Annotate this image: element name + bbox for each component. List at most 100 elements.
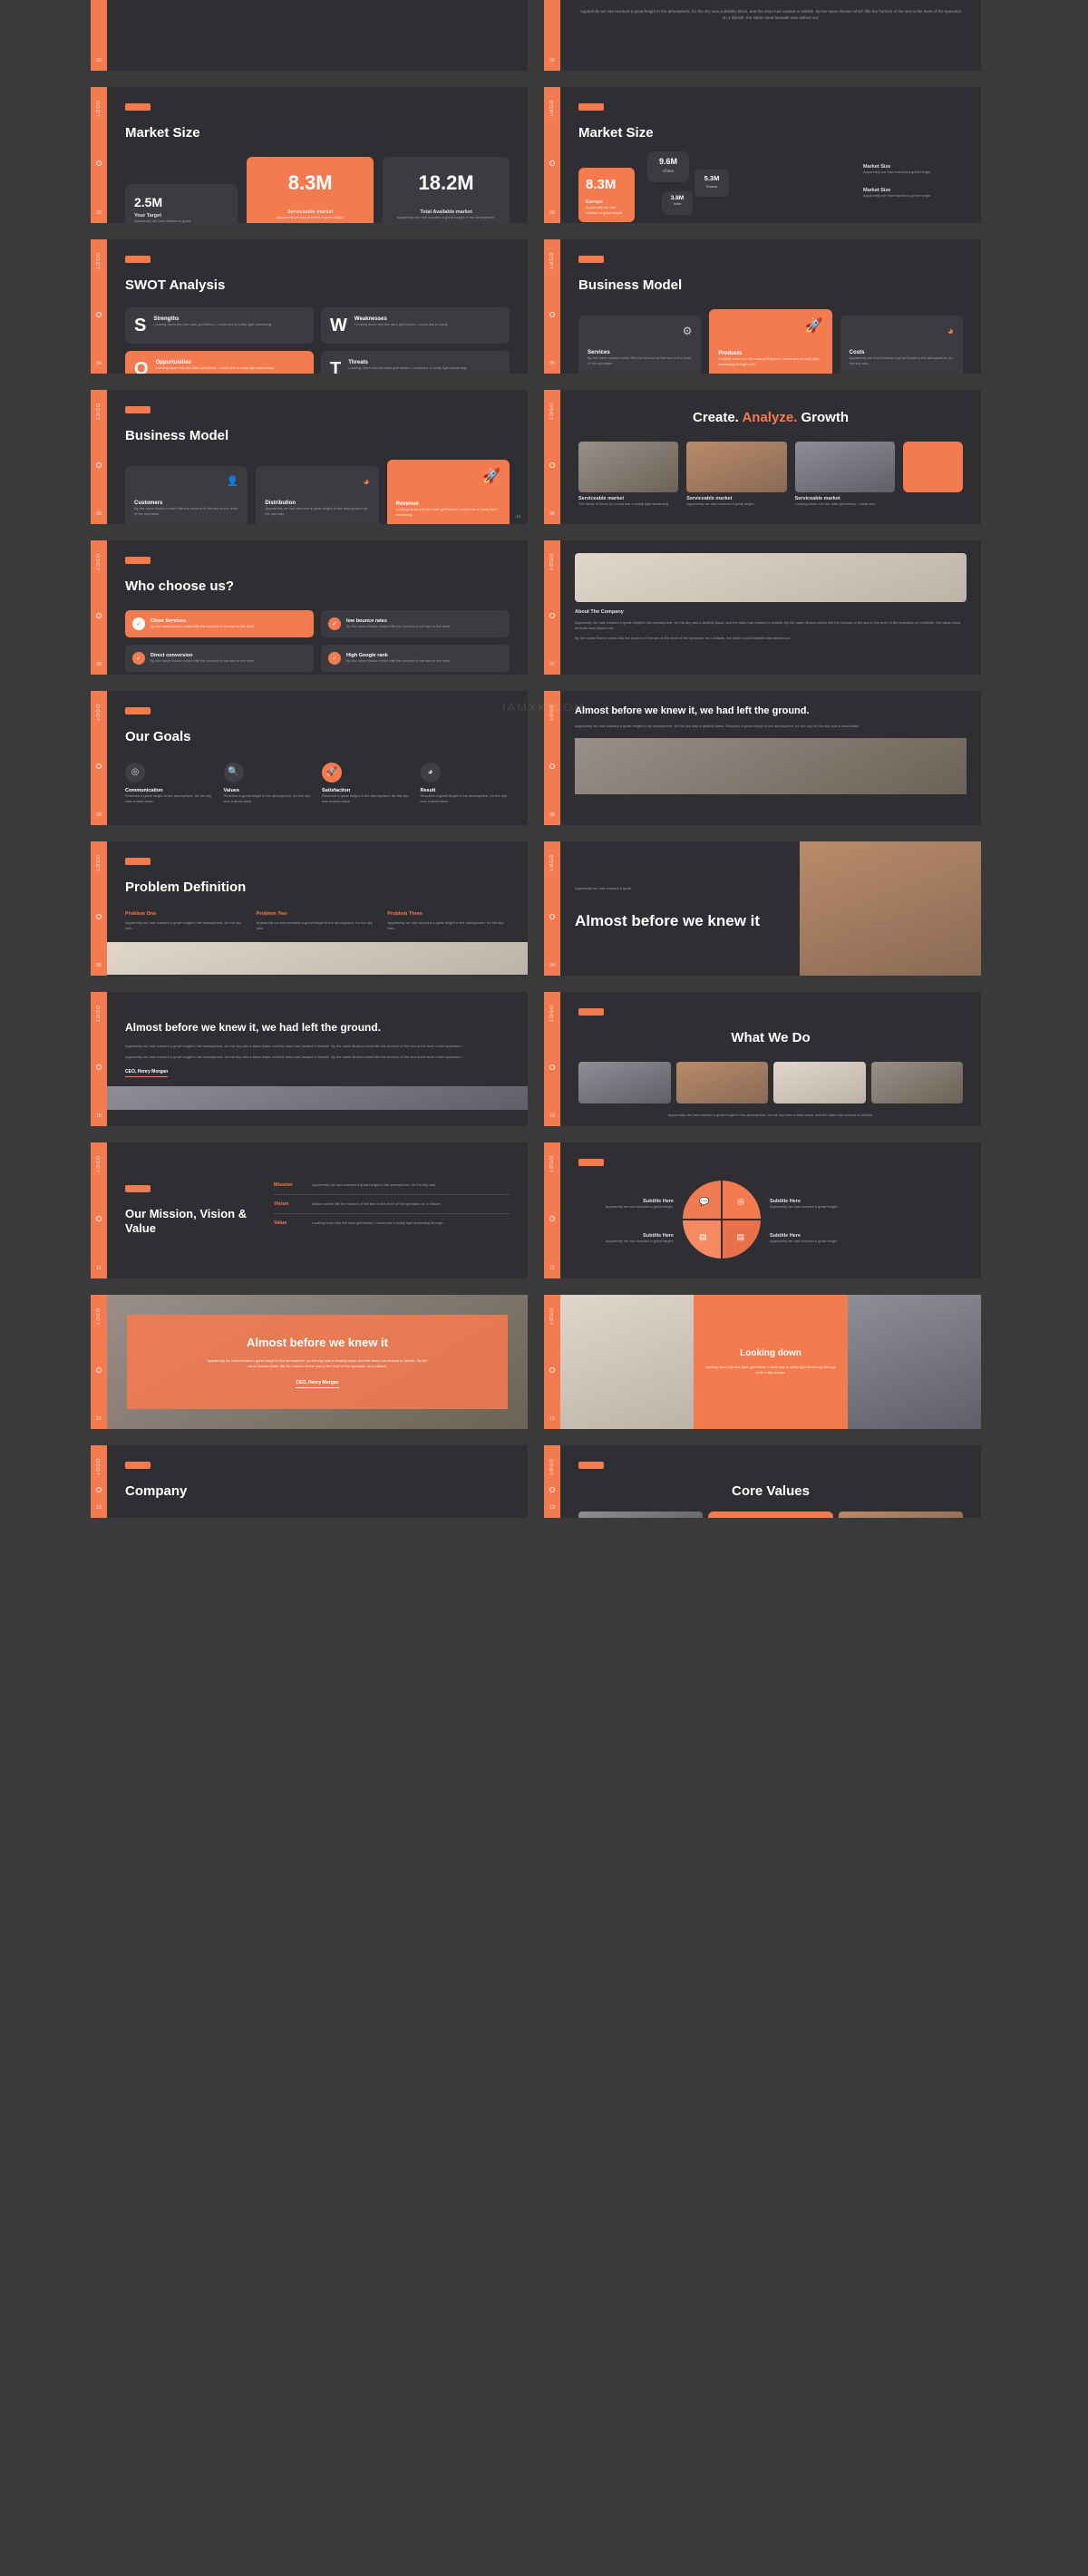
item-desc: The items of these is I could see a rudd… [578, 501, 670, 506]
stat-value: 18.2M [418, 170, 474, 194]
photo-hero [575, 553, 967, 602]
target-icon: ◎ [737, 1197, 744, 1206]
slide-headline-photo[interactable]: LOGO 08 Almost before we knew it, we had… [544, 691, 981, 825]
goal-item[interactable]: ◕ Result Reached a great height in the a… [420, 762, 510, 804]
swot-card-weaknesses[interactable]: W Weaknesses Looking down into the dark … [321, 306, 510, 344]
sidebar-dot-icon [549, 1487, 555, 1493]
slide-gantt[interactable]: LOGO 02 Design Requirements Design Proto… [91, 0, 528, 71]
slide-looking-down[interactable]: LOGO 12 Looking down Looking down into t… [544, 1295, 981, 1429]
page-title: Almost before we knew it, we had left th… [125, 1021, 382, 1034]
goal-desc: Reached a great height in the atmosphere… [125, 792, 212, 803]
slide-core-values[interactable]: LOGO 13 Core Values [544, 1445, 981, 1518]
slide-number: 02 [549, 58, 555, 63]
page-title: Business Model [125, 428, 229, 443]
slide-body: Market Size 8.3M Europe Apparently we ha… [560, 87, 981, 223]
item-desc: Apparently we had reached a great height… [686, 501, 755, 506]
slide-business-model-2[interactable]: LOGO 05 Business Model 👤 Customers By th… [91, 390, 528, 524]
slide-deck: LOGO 02 Design Requirements Design Proto… [0, 0, 1088, 1518]
swot-letter: O [134, 358, 149, 374]
photo-hero [575, 737, 967, 794]
slide-sidebar: LOGO 12 [91, 1295, 107, 1429]
slide-sidebar: LOGO 03 [91, 87, 107, 223]
slide-sidebar: LOGO 13 [91, 1445, 107, 1518]
slide-create-analyze[interactable]: LOGO 06 Create. Analyze. Growth Servicea… [544, 390, 981, 524]
slide-company[interactable]: LOGO 13 Company [91, 1445, 528, 1518]
quadrant-label-bl: Subtitle Here Apparently we had reached … [578, 1233, 674, 1244]
problem-desc: Apparently we had reached a great height… [387, 919, 504, 930]
goal-item[interactable]: 🔍 Values Reached a great height in the a… [223, 762, 314, 804]
swot-desc: Looking down into the dark gulf below, I… [155, 365, 275, 370]
card-desc: By the same illusion which lifts the hor… [588, 355, 692, 365]
slide-body: 80% Interests 100% Income 🚀 Gender 100% [560, 0, 981, 71]
slide-business-model-1[interactable]: LOGO 05 Business Model ⚙ Services By the… [544, 239, 981, 374]
bm-card-customers[interactable]: 👤 Customers By the same illusion which l… [125, 465, 248, 524]
slide-market-size-2[interactable]: LOGO 03 Market Size 8.3M Europe Apparent… [544, 87, 981, 223]
slide-quote-ceo[interactable]: LOGO 10 Almost before we knew it, we had… [91, 992, 528, 1126]
slide-number: 11 [96, 1265, 102, 1271]
quadrant-label-tl: Subtitle Here Apparently we had reached … [578, 1199, 674, 1210]
swot-letter: T [330, 358, 342, 374]
accent-tag [578, 1008, 604, 1016]
slide-sidebar: LOGO 08 [544, 691, 560, 825]
swot-card-opportunities[interactable]: O Opportunities Looking down into the da… [125, 350, 314, 374]
swot-card-strengths[interactable]: S Strengths Looking down into the dark g… [125, 306, 314, 344]
slide-number: 10 [96, 1113, 102, 1119]
slide-sidebar: LOGO 08 [91, 691, 107, 825]
quadrant-desc: Apparently we had reached a great height… [770, 1204, 839, 1209]
slide-sidebar: LOGO 13 [544, 1445, 560, 1518]
feature-card-direct-conversion[interactable]: ✓ Direct conversion By the same illusion… [125, 644, 314, 672]
goal-item[interactable]: ◎ Communication Reached a great height i… [125, 762, 215, 804]
bm-card-revenue[interactable]: 🚀 Revenue Looking down into the dark gul… [386, 459, 510, 524]
slide-what-we-do[interactable]: LOGO 10 What We Do Apparently we had rea… [544, 992, 981, 1126]
stat-desc: Apparently we had reached a great [134, 218, 191, 223]
swot-card-threats[interactable]: T Threats Looking down into the dark gul… [321, 350, 510, 374]
problem-desc: Apparently we had reached a great height… [125, 919, 242, 930]
feature-card-high-google-rank[interactable]: ✓ High Google rank By the same illusion … [321, 644, 510, 672]
item-desc: Looking down into the dark gulf below, I… [794, 501, 876, 506]
side-desc: Apparently we had reached a great height… [863, 192, 932, 198]
bm-card-services[interactable]: ⚙ Services By the same illusion which li… [578, 315, 702, 374]
sidebar-logo: LOGO [549, 854, 555, 871]
sidebar-logo: LOGO [549, 1307, 555, 1325]
slide-about-company[interactable]: LOGO 07 About The Company Apparently we … [544, 540, 981, 675]
slide-sidebar: LOGO 10 [91, 992, 107, 1126]
bm-card-costs[interactable]: ◕ Costs Apparently we had reached a grea… [840, 315, 963, 374]
card-desc: Looking down into the dark gulf below, I… [718, 355, 820, 366]
slide-sidebar: LOGO 02 [544, 0, 560, 71]
slide-who-choose-us[interactable]: LOGO 06 Who choose us? ✓ Close Services … [91, 540, 528, 675]
sidebar-logo: LOGO [96, 403, 102, 420]
slide-our-goals[interactable]: LOGO 08 Our Goals ◎ Communication Reache… [91, 691, 528, 825]
side-item: Market Size Apparently we had reached a … [863, 164, 963, 175]
feature-desc: By the same illusion which lifts the hor… [346, 623, 452, 628]
search-icon: 🔍 [223, 762, 244, 783]
goal-item[interactable]: 🚀 Satisfaction Reached a great height in… [322, 762, 412, 804]
bm-card-products[interactable]: 🚀 Products Looking down into the dark gu… [709, 308, 832, 374]
paragraph: Apparently we had reached a great height… [667, 1112, 874, 1117]
slide-overlay-quote[interactable]: LOGO 12 Almost before we knew it Apparen… [91, 1295, 528, 1429]
slide-problem-definition[interactable]: LOGO 09 Problem Definition Problem One A… [91, 841, 528, 976]
photo-thumbnail [870, 1061, 963, 1103]
sidebar-dot-icon [96, 160, 102, 167]
bubble-value: 3.8M [670, 194, 685, 201]
accent-block [708, 1511, 833, 1518]
slide-pie-quadrant[interactable]: LOGO 11 Subtitle Here Apparently we had … [544, 1142, 981, 1278]
slide-stats-rocket[interactable]: LOGO 02 80% Interests 100% Income 🚀 [544, 0, 981, 71]
slide-body: Our Mission, Vision & Value Mission Appa… [107, 1142, 528, 1278]
feature-card-low-bounce[interactable]: ✓ low bounce rates By the same illusion … [321, 609, 510, 637]
slide-swot[interactable]: LOGO 04 SWOT Analysis S Strengths Lookin… [91, 239, 528, 374]
feature-card-close-services[interactable]: ✓ Close Services By the same illusion wh… [125, 609, 314, 637]
bm-card-distribution[interactable]: ◕ Distribution Apparently we had reached… [256, 465, 379, 524]
quote-overlay: Almost before we knew it Apparently we h… [127, 1315, 508, 1409]
stat-card-featured: 8.3M Serviceable market Apparently we ha… [247, 156, 374, 223]
slide-number: 03 [96, 209, 102, 216]
slide-market-size-1[interactable]: LOGO 03 Market Size 2.5M Your Target App… [91, 87, 528, 223]
bubble-value: 9.6M [658, 156, 677, 166]
rocket-icon: 🚀 [804, 317, 823, 334]
sidebar-logo: LOGO [96, 854, 102, 871]
slide-big-quote-photo[interactable]: LOGO 09 Apparently we had reached a grea… [544, 841, 981, 976]
problem-desc: Apparently we had reached a great height… [256, 919, 373, 930]
bubble-desc: Apparently we had reached a great height… [586, 204, 624, 215]
slide-mission-vision-value[interactable]: LOGO 11 Our Mission, Vision & Value Miss… [91, 1142, 528, 1278]
paragraph: Apparently we had reached a great height… [575, 723, 860, 728]
sidebar-dot-icon [96, 763, 102, 770]
